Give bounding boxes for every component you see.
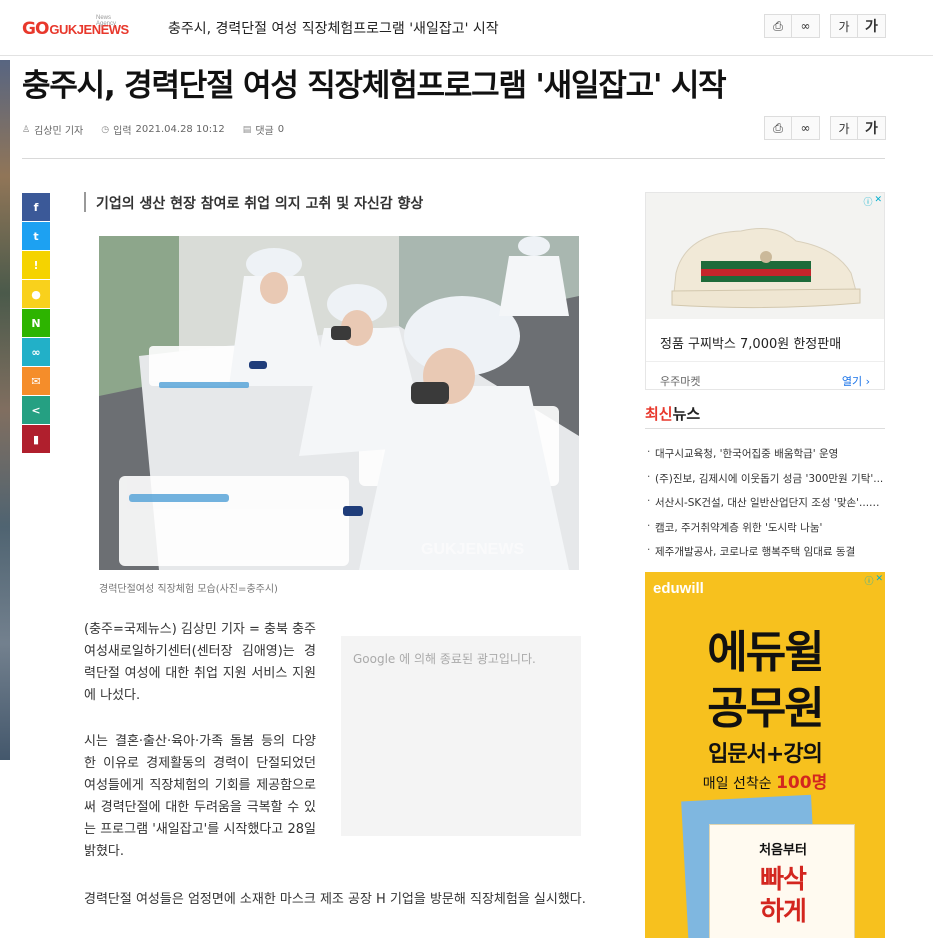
ad-choices-badge[interactable]: ⓘ ✕ — [863, 195, 882, 208]
article-print-share-group: ⎙ ∞ — [764, 116, 820, 140]
print-icon[interactable]: ⎙ — [764, 116, 792, 140]
latest-news-item[interactable]: (주)진보, 김제시에 이웃돕기 성금 '300만원 기탁'... — [647, 471, 885, 496]
logo-mark: GO — [22, 19, 49, 39]
eduwill-offer: 입문서+강의 — [708, 742, 823, 767]
font-decrease-button[interactable]: 가 — [830, 116, 858, 140]
bookmark-icon[interactable]: ▮ — [22, 425, 50, 453]
book-title-3: 하게 — [760, 897, 807, 927]
eduwill-limit-count: 100명 — [776, 773, 828, 793]
latest-news-heading: 최신뉴스 — [645, 403, 700, 424]
person-icon: ♙ — [22, 124, 31, 135]
top-article-title: 충주시, 경력단절 여성 직장체험프로그램 '새일잡고' 시작 — [168, 21, 499, 37]
comment-icon: ▤ — [242, 124, 252, 135]
published-label: 입력 — [113, 126, 132, 137]
font-increase-button[interactable]: 가 — [858, 14, 886, 38]
factory-workers-illustration: GUKJENEWS — [99, 236, 579, 570]
info-icon: ⓘ — [863, 198, 873, 208]
author-name: 김상민 기자 — [34, 126, 84, 137]
close-icon: ✕ — [874, 195, 882, 205]
article-paragraph-3: 경력단절 여성들은 엄정면에 소재한 마스크 제조 공장 H 기업을 방문해 직… — [84, 892, 586, 907]
font-increase-button[interactable]: 가 — [858, 116, 886, 140]
article-headline: 충주시, 경력단절 여성 직장체험프로그램 '새일잡고' 시작 — [22, 68, 727, 104]
product-ad-image — [646, 193, 884, 319]
product-ad-open-link[interactable]: 열기 › — [842, 373, 870, 389]
chevron-right-icon: › — [865, 375, 870, 388]
eduwill-logo: eduwill — [653, 580, 704, 597]
photo-watermark: GUKJENEWS — [421, 541, 524, 558]
eduwill-ad[interactable]: eduwill ⓘ ✕ 에듀윌 공무원 입문서+강의 매일 선착순 100명 처음… — [645, 572, 885, 938]
article-meta: ♙ 김상민 기자 ◷ 입력 2021.04.28 10:12 ▤ 댓글 0 — [22, 122, 284, 137]
kakaotalk-icon[interactable]: ● — [22, 280, 50, 308]
eduwill-limit: 매일 선착순 100명 — [645, 768, 885, 793]
latest-news-item[interactable]: 대구시교육청, '한국어집중 배움학급' 운영 — [647, 446, 885, 471]
naver-icon[interactable]: N — [22, 309, 50, 337]
article-font-size-group: 가 가 — [830, 116, 886, 140]
eduwill-headline-2: 공무원 — [707, 683, 824, 734]
meta-divider — [22, 158, 885, 159]
print-icon[interactable]: ⎙ — [764, 14, 792, 38]
latest-news-item[interactable]: 서산시-SK건설, 대산 일반산업단지 조성 '맞손'...2... — [647, 495, 885, 520]
link-icon[interactable]: ∞ — [22, 338, 50, 366]
facebook-icon[interactable]: f — [22, 193, 50, 221]
product-ad-open-label: 열기 — [841, 375, 863, 388]
ad-choices-badge[interactable]: ⓘ ✕ — [864, 574, 883, 587]
published-date: 2021.04.28 10:12 — [135, 124, 225, 135]
info-icon: ⓘ — [864, 577, 874, 587]
latest-news-list: 대구시교육청, '한국어집중 배움학급' 운영(주)진보, 김제시에 이웃돕기 … — [647, 446, 885, 569]
latest-heading-highlight: 최신 — [645, 405, 673, 423]
latest-news-item[interactable]: 캠코, 주거취약계층 위한 '도시락 나눔' — [647, 520, 885, 545]
copy-link-icon[interactable]: ∞ — [792, 116, 820, 140]
article-paragraph-2: 시는 결혼·출산·육아·가족 돌봄 등의 다양한 이유로 경제활동의 경력이 단… — [84, 734, 316, 859]
latest-news-item[interactable]: 제주개발공사, 코로나로 행복주택 임대료 동결 — [647, 544, 885, 569]
product-ad-divider — [646, 361, 884, 362]
twitter-icon[interactable]: t — [22, 222, 50, 250]
comments[interactable]: ▤ 댓글 0 — [243, 122, 284, 137]
site-logo[interactable]: GO GUKJENEWS News Agency — [22, 15, 129, 40]
closed-ad-slot: Google 에 의해 종료된 광고입니다. — [341, 636, 581, 836]
book-title-1: 처음부터 — [759, 843, 807, 858]
article-paragraph-1: (충주=국제뉴스) 김상민 기자 = 충북 충주여성새로일하기센터(센터장 김애… — [84, 622, 316, 703]
comments-label: 댓글 — [255, 126, 274, 137]
share-icon[interactable]: < — [22, 396, 50, 424]
subtitle-bar — [84, 192, 86, 212]
logo-tagline: News Agency — [96, 15, 117, 27]
copy-link-icon[interactable]: ∞ — [792, 14, 820, 38]
latest-news-divider — [645, 428, 885, 429]
book-cover: 처음부터 빠삭 하게 — [709, 824, 855, 938]
article-photo[interactable]: GUKJENEWS — [99, 236, 579, 570]
top-print-share-group: ⎙ ∞ — [764, 14, 820, 38]
photo-caption: 경력단절여성 직장체험 모습(사진=충주시) — [99, 584, 278, 595]
author: ♙ 김상민 기자 — [22, 122, 84, 138]
share-rail: f t! ● N ∞ ✉ < ▮ — [22, 193, 50, 454]
email-icon[interactable]: ✉ — [22, 367, 50, 395]
product-ad[interactable]: ⓘ ✕ 정품 구찌박스 7,000원 한정판매 우주마켓 열기 › — [645, 192, 885, 390]
latest-heading-rest: 뉴스 — [672, 405, 701, 423]
product-ad-title: 정품 구찌박스 7,000원 한정판매 — [660, 337, 842, 352]
clock-icon: ◷ — [101, 124, 110, 135]
closed-ad-notice: Google 에 의해 종료된 광고입니다. — [353, 652, 536, 666]
published: ◷ 입력 2021.04.28 10:12 — [101, 122, 225, 137]
product-ad-seller: 우주마켓 — [660, 375, 701, 388]
sneaker-illustration — [646, 193, 884, 319]
top-bar: GO GUKJENEWS News Agency 충주시, 경력단절 여성 직장… — [0, 0, 933, 56]
article-subtitle: 기업의 생산 현장 참여로 취업 의지 고취 및 자신감 향상 — [96, 196, 424, 212]
eduwill-headline-1: 에듀윌 — [707, 627, 824, 678]
comments-count: 0 — [277, 124, 285, 135]
kakaostory-icon[interactable]: ! — [22, 251, 50, 279]
font-decrease-button[interactable]: 가 — [830, 14, 858, 38]
close-icon: ✕ — [875, 574, 883, 584]
top-font-size-group: 가 가 — [830, 14, 886, 38]
left-background-strip — [0, 60, 10, 760]
eduwill-limit-prefix: 매일 선착순 — [702, 776, 772, 792]
